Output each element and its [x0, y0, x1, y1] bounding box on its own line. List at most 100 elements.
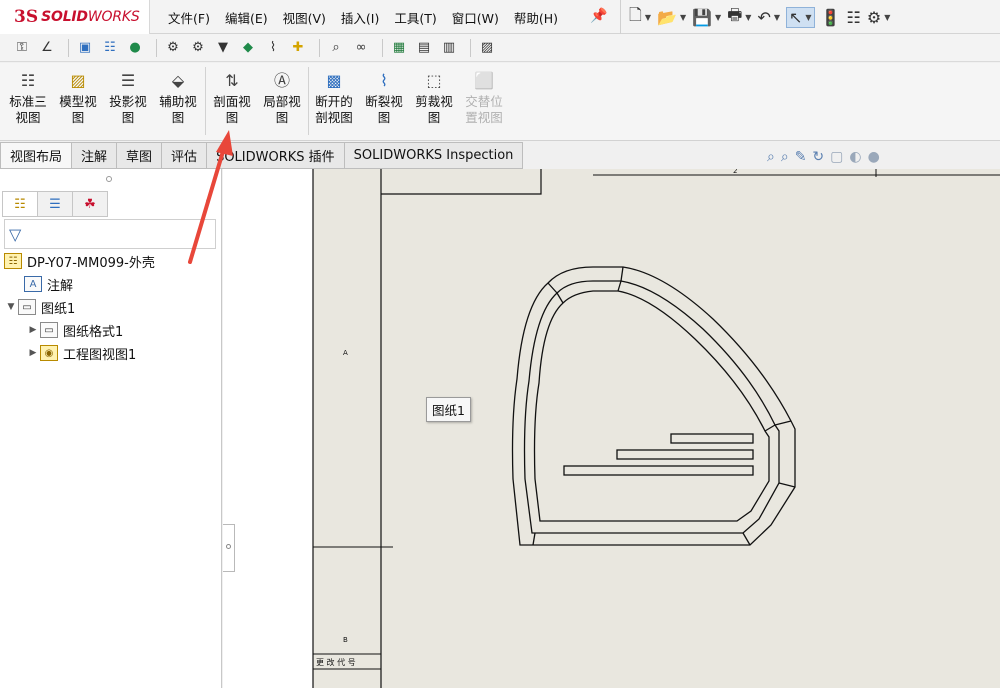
tree-item-drawing-view[interactable]: ▶ ◉ 工程图视图1	[26, 342, 136, 364]
options-gear-icon[interactable]: ⚙ ▼	[867, 8, 891, 27]
drawing-canvas	[312, 169, 1000, 688]
section-view-icon: ⇅	[225, 71, 239, 90]
tree-item-label: 图纸1	[41, 301, 76, 317]
graphics-area[interactable]: A B 2 更 改 代 号 图纸1	[223, 169, 1000, 688]
key-icon[interactable]: ⚿	[12, 38, 32, 58]
save-icon[interactable]: 💾 ▼	[692, 8, 721, 27]
monitor-icon[interactable]: ▣	[75, 38, 95, 58]
chevron-right-icon[interactable]: ›	[205, 195, 211, 211]
menu-window[interactable]: 窗口(W)	[452, 8, 499, 27]
command-label: 断开的	[315, 94, 353, 109]
spring-icon[interactable]: ⌇	[263, 38, 283, 58]
zoom-to-fit-icon[interactable]: ⌕	[767, 149, 775, 165]
expand-right-icon[interactable]: ▶	[26, 348, 40, 358]
broken-out-section-icon: ▩	[326, 71, 342, 90]
spreadsheet-icon[interactable]: ▥	[439, 38, 459, 58]
section-view-button[interactable]: ⇅ 剖面视 图	[208, 71, 256, 126]
tree-item-annotations[interactable]: A 注解	[24, 273, 73, 295]
detail-view-button[interactable]: Ⓐ 局部视 图	[258, 71, 306, 126]
display-style-icon[interactable]: ◐	[849, 149, 861, 165]
crop-view-button[interactable]: ⬚ 剪裁视 图	[410, 71, 458, 126]
feature-manager-tab-icon[interactable]: ☷	[2, 191, 38, 217]
puzzle-icon[interactable]: ✚	[288, 38, 308, 58]
binoculars-icon[interactable]: ∞	[351, 38, 371, 58]
select-pointer-icon[interactable]: ↖ ▼	[786, 6, 815, 28]
excel-icon[interactable]: ▦	[389, 38, 409, 58]
title-menu-bar: 3S SOLID WORKS 文件(F) 编辑(E) 视图(V) 插入(I) 工具…	[0, 0, 1000, 34]
rebuild-traffic-light-icon[interactable]: 🚦	[821, 8, 841, 27]
tab-sketch[interactable]: 草图	[117, 142, 163, 169]
angle-icon[interactable]: ∠	[37, 38, 57, 58]
tab-annotation[interactable]: 注解	[72, 142, 118, 169]
toolbar-divider	[68, 38, 69, 57]
command-label: 投影视	[109, 94, 147, 109]
menu-edit[interactable]: 编辑(E)	[225, 8, 268, 27]
feature-manager-pane: ☷ ☰ ☘ › ▽ ☷ DP-Y07-MM099-外壳 A 注解 ▼ ▭ 图纸1…	[0, 169, 222, 688]
menu-view[interactable]: 视图(V)	[283, 8, 326, 27]
tree-filter[interactable]: ▽	[4, 219, 216, 249]
break-view-button[interactable]: ⌇ 断裂视 图	[360, 71, 408, 126]
standard-3-view-button[interactable]: ☷ 标准三 视图	[4, 71, 52, 126]
hide-show-items-icon[interactable]: ●	[868, 149, 880, 165]
tab-evaluate[interactable]: 评估	[162, 142, 208, 169]
main-menu: 文件(F) 编辑(E) 视图(V) 插入(I) 工具(T) 窗口(W) 帮助(H…	[168, 0, 573, 34]
model-view-button[interactable]: ▨ 模型视 图	[54, 71, 102, 126]
globe-icon[interactable]: ●	[125, 38, 145, 58]
drawing-document-icon: ☷	[4, 253, 22, 269]
pane-grip-handle[interactable]	[106, 176, 112, 182]
hat-icon[interactable]: ▼	[213, 38, 233, 58]
command-label: 辅助视	[159, 94, 197, 109]
alternate-position-button: ⬜ 交替位 置视图	[460, 71, 508, 126]
network-icon[interactable]: ☷	[100, 38, 120, 58]
zoom-area-icon[interactable]: ⌕	[781, 149, 789, 165]
drawing-view-icon: ◉	[40, 345, 58, 361]
auxiliary-view-button[interactable]: ⬙ 辅助视 图	[154, 71, 202, 126]
menu-file[interactable]: 文件(F)	[168, 8, 210, 27]
configuration-manager-tab-icon[interactable]: ☘	[72, 191, 108, 217]
tree-item-sheet[interactable]: ▼ ▭ 图纸1	[4, 296, 75, 318]
secondary-toolbar: ⚿ ∠ ▣ ☷ ● ⚙ ⚙ ▼ ◆ ⌇ ✚ ⌕ ∞ ▦ ▤ ▥ ▨	[0, 34, 1000, 62]
alternate-position-icon: ⬜	[474, 71, 494, 90]
command-label: 置视图	[465, 110, 503, 125]
menu-help[interactable]: 帮助(H)	[514, 8, 558, 27]
file-properties-icon[interactable]: ☷	[847, 8, 861, 27]
tree-root-drawing[interactable]: ☷ DP-Y07-MM099-外壳	[4, 250, 155, 272]
logo-text-works: WORKS	[87, 9, 140, 25]
new-document-icon[interactable]: 🗋 ▼	[629, 4, 651, 31]
open-folder-icon[interactable]: 📂 ▼	[657, 8, 686, 27]
magnifier-icon[interactable]: ⌕	[326, 38, 346, 58]
help-book-icon[interactable]: ▨	[477, 38, 497, 58]
tab-view-layout[interactable]: 视图布局	[0, 142, 73, 169]
marker-icon[interactable]: ◆	[238, 38, 258, 58]
pin-menu-icon[interactable]: 📌	[590, 8, 607, 24]
property-manager-tab-icon[interactable]: ☰	[37, 191, 73, 217]
printer-icon[interactable]: ▤	[414, 38, 434, 58]
crop-view-icon: ⬚	[426, 71, 442, 90]
print-icon[interactable]: 🖶 ▼	[727, 4, 751, 31]
zone-label-a: A	[343, 349, 348, 357]
settings-gear-icon[interactable]: ⚙	[163, 38, 183, 58]
tab-solidworks-inspection[interactable]: SOLIDWORKS Inspection	[344, 142, 524, 169]
rotate-view-icon[interactable]: ↻	[812, 149, 824, 165]
broken-out-section-button[interactable]: ▩ 断开的 剖视图	[310, 71, 358, 126]
zone-label-2: 2	[733, 169, 738, 175]
view-orientation-icon[interactable]: ▢	[830, 149, 843, 165]
manager-tabs: ☷ ☰ ☘	[2, 191, 108, 217]
tree-item-sheet-format[interactable]: ▶ ▭ 图纸格式1	[26, 319, 123, 341]
undo-icon[interactable]: ↶ ▼	[757, 8, 780, 27]
solidworks-logo[interactable]: 3S SOLID WORKS	[0, 0, 150, 34]
housing-part-drawing	[511, 266, 796, 546]
command-label: 剖视图	[315, 110, 353, 125]
sheet-name-tag[interactable]: 图纸1	[426, 397, 471, 422]
tab-solidworks-addins[interactable]: SOLIDWORKS 插件	[207, 142, 345, 169]
command-label: 视图	[15, 110, 41, 125]
menu-insert[interactable]: 插入(I)	[341, 8, 379, 27]
tree-root-label: DP-Y07-MM099-外壳	[27, 255, 155, 271]
expand-down-icon[interactable]: ▼	[4, 302, 18, 312]
heads-up-view-toolbar: ⌕ ⌕ ✎ ↻ ▢ ◐ ●	[767, 146, 886, 168]
expand-right-icon[interactable]: ▶	[26, 325, 40, 335]
projected-view-button[interactable]: ☰ 投影视 图	[104, 71, 152, 126]
menu-tools[interactable]: 工具(T)	[394, 8, 436, 27]
gear-icon[interactable]: ⚙	[188, 38, 208, 58]
previous-view-icon[interactable]: ✎	[795, 149, 807, 165]
